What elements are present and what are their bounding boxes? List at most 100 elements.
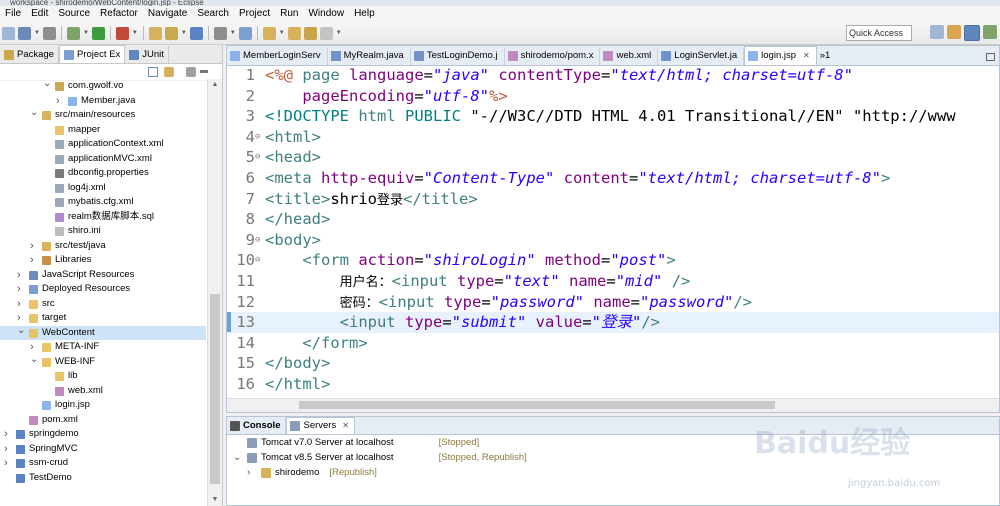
collapsed-arrow-icon[interactable]: ›: [56, 94, 60, 108]
menu-edit[interactable]: Edit: [26, 6, 53, 22]
code-line[interactable]: 13 <input type="submit" value="登录"/>: [227, 312, 999, 333]
tree-item[interactable]: TestDemo: [0, 471, 206, 486]
fold-toggle-icon[interactable]: ⊖: [255, 230, 260, 251]
tree-item[interactable]: ⌄ WEB-INF: [0, 354, 206, 370]
tree-item[interactable]: › JavaScript Resources: [0, 268, 206, 283]
collapsed-arrow-icon[interactable]: ›: [247, 465, 250, 480]
code-line[interactable]: 2 pageEncoding="utf-8"%>: [227, 86, 999, 107]
collapsed-arrow-icon[interactable]: ›: [30, 340, 34, 354]
new-java-project-icon[interactable]: [148, 26, 162, 40]
tree-item[interactable]: › SpringMVC: [0, 442, 206, 457]
view-menu-icon[interactable]: [186, 67, 196, 77]
java-perspective-icon[interactable]: [964, 25, 980, 41]
code-line[interactable]: 10 ⊖ <form action="shiroLogin" method="po…: [227, 250, 999, 271]
close-icon[interactable]: ✕: [803, 47, 810, 65]
tree-item[interactable]: › ssm-crud: [0, 456, 206, 471]
open-perspective-icon[interactable]: [930, 25, 944, 39]
code-line[interactable]: 8 </head>: [227, 209, 999, 230]
prev-annotation-icon[interactable]: [287, 26, 301, 40]
tab-servers[interactable]: Servers ✕: [286, 417, 355, 434]
dropdown-arrow-icon[interactable]: ▼: [336, 30, 342, 36]
scroll-up-icon[interactable]: ▲: [210, 80, 220, 90]
print-icon[interactable]: [42, 26, 56, 40]
tree-item[interactable]: lib: [0, 369, 206, 384]
tree-item[interactable]: dbconfig.properties: [0, 166, 206, 181]
debug-perspective-icon[interactable]: [983, 25, 997, 39]
menu-window[interactable]: Window: [303, 6, 349, 22]
dropdown-arrow-icon[interactable]: ▼: [34, 30, 40, 36]
menu-file[interactable]: File: [0, 6, 26, 22]
tree-item[interactable]: ⌄ WebContent: [0, 325, 206, 340]
tree-item[interactable]: ⌄ com.gwolf.vo: [0, 79, 206, 94]
collapsed-arrow-icon[interactable]: ›: [17, 297, 21, 311]
tree-item[interactable]: pom.xml: [0, 413, 206, 428]
java-ee-perspective-icon[interactable]: [947, 25, 961, 39]
tab-junit[interactable]: JUnit: [125, 46, 169, 63]
maximize-icon[interactable]: [986, 53, 995, 61]
collapsed-arrow-icon[interactable]: ›: [17, 311, 21, 325]
editor-tab-memberloginserv[interactable]: MemberLoginServ: [227, 47, 328, 65]
editor-horizontal-scrollbar[interactable]: [227, 398, 999, 412]
tree-item[interactable]: mybatis.cfg.xml: [0, 195, 206, 210]
save-icon[interactable]: [18, 26, 31, 40]
dropdown-arrow-icon[interactable]: ▼: [132, 30, 138, 36]
minimize-view-icon[interactable]: [200, 70, 208, 73]
menu-navigate[interactable]: Navigate: [143, 6, 192, 22]
close-icon[interactable]: ✕: [342, 418, 349, 434]
forward-icon[interactable]: [319, 26, 333, 40]
tree-item[interactable]: › Deployed Resources: [0, 282, 206, 297]
scroll-down-icon[interactable]: ▼: [210, 495, 220, 505]
debug-icon[interactable]: [66, 26, 80, 40]
code-line[interactable]: 14 </form>: [227, 333, 999, 354]
tab-project-ex[interactable]: Project Ex: [58, 45, 126, 63]
tree-item[interactable]: › src: [0, 297, 206, 312]
back-icon[interactable]: [303, 26, 317, 40]
code-line[interactable]: 16 </html>: [227, 374, 999, 395]
open-type-icon[interactable]: [238, 26, 252, 40]
code-line[interactable]: 15 </body>: [227, 353, 999, 374]
tree-item[interactable]: login.jsp: [0, 398, 206, 413]
link-with-editor-icon[interactable]: [164, 67, 174, 77]
quick-access-input[interactable]: Quick Access: [846, 25, 912, 41]
fold-toggle-icon[interactable]: ⊖: [255, 147, 260, 168]
code-line[interactable]: 7 <title>shrio登录</title>: [227, 189, 999, 210]
expanded-arrow-icon[interactable]: ⌄: [30, 354, 38, 365]
editor-tab-shirodemo-pom-x[interactable]: shirodemo/pom.x: [505, 47, 601, 65]
fold-toggle-icon[interactable]: ⊖: [255, 250, 260, 271]
collapsed-arrow-icon[interactable]: ›: [4, 427, 8, 441]
editor-tab-login-jsp[interactable]: login.jsp ✕: [744, 46, 817, 65]
collapsed-arrow-icon[interactable]: ›: [30, 239, 34, 253]
expanded-arrow-icon[interactable]: ⌄: [43, 79, 51, 89]
collapsed-arrow-icon[interactable]: ›: [17, 268, 21, 282]
tree-item[interactable]: › Member.java: [0, 94, 206, 109]
new-class-icon[interactable]: [189, 26, 203, 40]
collapsed-arrow-icon[interactable]: ›: [4, 456, 8, 470]
tree-item[interactable]: web.xml: [0, 384, 206, 399]
tree-item[interactable]: mapper: [0, 123, 206, 138]
tree-item[interactable]: › META-INF: [0, 340, 206, 355]
collapse-all-icon[interactable]: [148, 67, 158, 77]
collapsed-arrow-icon[interactable]: ›: [4, 442, 8, 456]
editor-tab-web-xml[interactable]: web.xml: [600, 47, 659, 65]
search-icon[interactable]: [213, 26, 227, 40]
menu-help[interactable]: Help: [349, 6, 380, 22]
editor-tab-loginservlet-ja[interactable]: LoginServlet.ja: [658, 47, 745, 65]
tree-item[interactable]: › target: [0, 311, 206, 326]
code-line[interactable]: 12 密码：<input type="password" name="passw…: [227, 292, 999, 313]
expanded-arrow-icon[interactable]: ⌄: [233, 450, 241, 465]
code-line[interactable]: 11 用户名：<input type="text" name="mid" />: [227, 271, 999, 292]
menu-project[interactable]: Project: [234, 6, 275, 22]
tree-item[interactable]: › Libraries: [0, 253, 206, 268]
run-icon[interactable]: [91, 26, 105, 40]
dropdown-arrow-icon[interactable]: ▼: [279, 30, 285, 36]
tree-item[interactable]: applicationContext.xml: [0, 137, 206, 152]
menu-refactor[interactable]: Refactor: [95, 6, 143, 22]
fold-toggle-icon[interactable]: ⊖: [255, 127, 260, 148]
external-tools-icon[interactable]: [115, 26, 129, 40]
expanded-arrow-icon[interactable]: ⌄: [30, 108, 38, 118]
dropdown-arrow-icon[interactable]: ▼: [181, 30, 187, 36]
new-package-icon[interactable]: [164, 26, 178, 40]
code-line[interactable]: 9 ⊖ <body>: [227, 230, 999, 251]
code-line[interactable]: 6 <meta http-equiv="Content-Type" content…: [227, 168, 999, 189]
new-icon[interactable]: [2, 26, 15, 40]
